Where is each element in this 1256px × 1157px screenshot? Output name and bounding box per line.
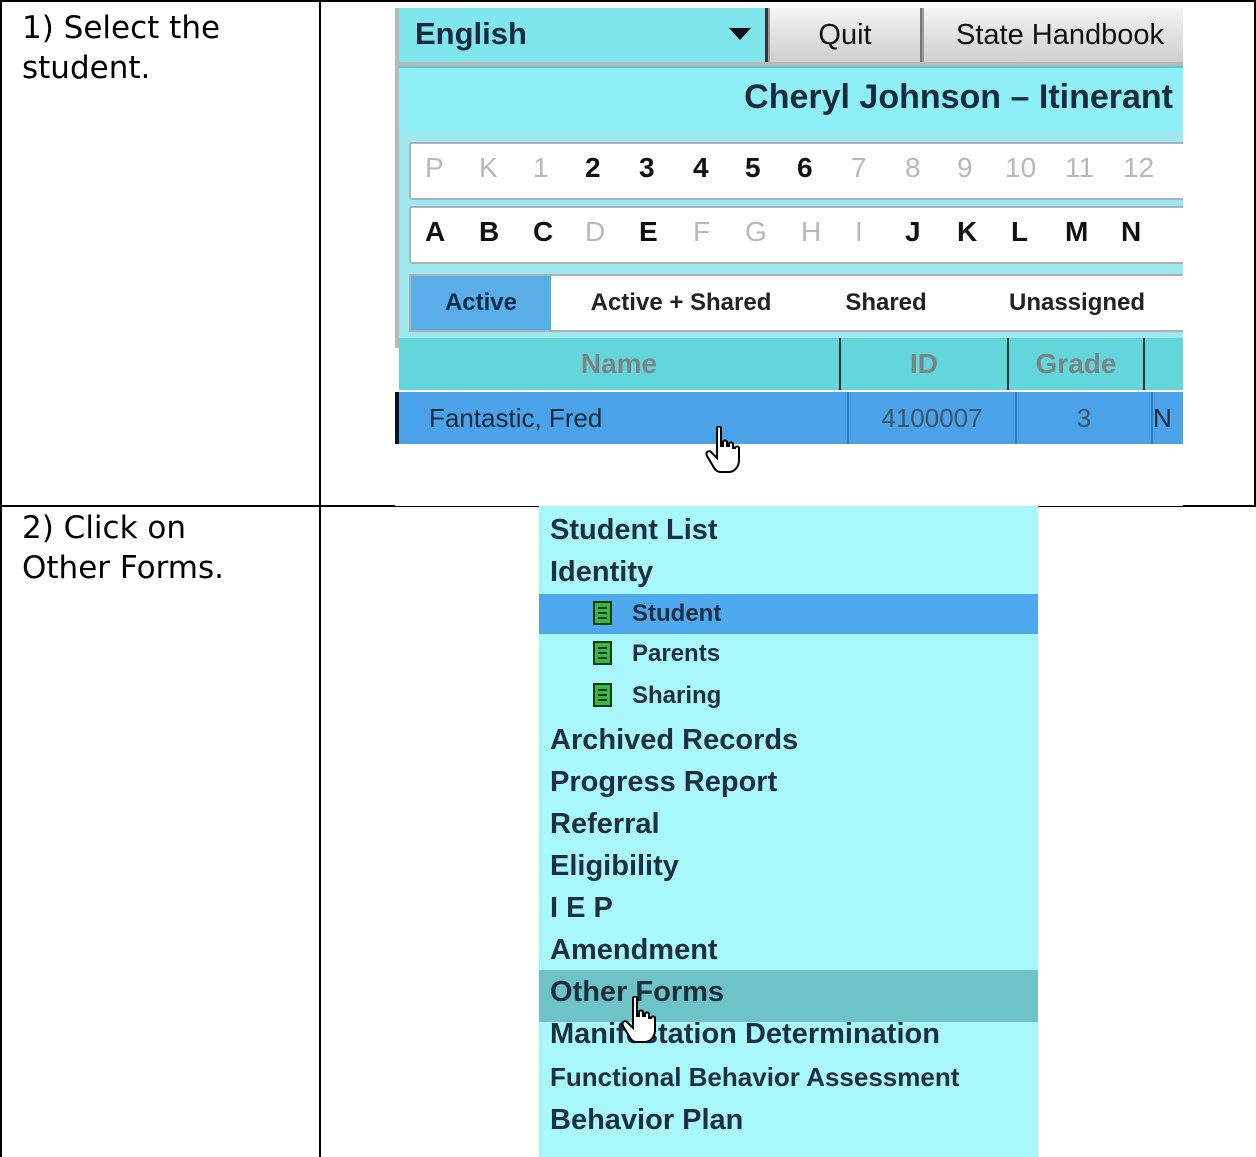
nav-iep[interactable]: I E P — [550, 892, 613, 925]
grade-chip-12[interactable]: 12 — [1123, 152, 1154, 184]
chevron-down-icon — [729, 28, 751, 40]
nav-progress-report[interactable]: Progress Report — [550, 766, 777, 799]
nav-referral[interactable]: Referral — [550, 808, 660, 841]
letter-chip-a[interactable]: A — [425, 216, 445, 248]
letter-chip-h[interactable]: H — [801, 216, 821, 248]
grade-chip-p[interactable]: P — [425, 152, 444, 184]
language-value: English — [415, 16, 527, 51]
table-border-top — [0, 0, 1256, 2]
nav-behavior-plan[interactable]: Behavior Plan — [550, 1104, 743, 1137]
document-icon — [593, 601, 612, 625]
document-icon — [593, 683, 612, 707]
step-2-instruction: 2) Click on Other Forms. — [22, 510, 224, 586]
nav-sub-label: Parents — [632, 640, 721, 667]
nav-sub-parents[interactable]: Parents — [539, 634, 1038, 674]
tab-unassigned[interactable]: Unassigned — [977, 276, 1177, 330]
assignment-tabs: Active Active + Shared Shared Unassigned — [409, 274, 1183, 332]
grade-chip-9[interactable]: 9 — [957, 152, 973, 184]
student-selection-screenshot: English Quit State Handbook Cheryl Johns… — [395, 8, 1183, 506]
grade-chip-10[interactable]: 10 — [1005, 152, 1036, 184]
student-id-cell: 4100007 — [849, 392, 1017, 444]
tab-active[interactable]: Active — [411, 276, 551, 330]
hand-cursor-icon — [705, 426, 740, 473]
letter-chip-c[interactable]: C — [533, 216, 553, 248]
nav-sub-student[interactable]: Student — [539, 594, 1038, 634]
page-title: Cheryl Johnson – Itinerant — [744, 78, 1173, 116]
nav-amendment[interactable]: Amendment — [550, 934, 718, 967]
language-select[interactable]: English — [399, 8, 768, 62]
step-1-instruction: 1) Select the student. — [22, 10, 221, 86]
nav-sub-sharing[interactable]: Sharing — [539, 676, 1038, 716]
table-row[interactable]: Fantastic, Fred 4100007 3 N — [395, 392, 1183, 444]
state-handbook-button[interactable]: State Handbook — [922, 8, 1183, 62]
letter-chip-g[interactable]: G — [745, 216, 767, 248]
letter-chip-l[interactable]: L — [1011, 216, 1028, 248]
nav-sub-label: Student — [632, 600, 722, 627]
letter-chip-f[interactable]: F — [693, 216, 710, 248]
grade-chip-1[interactable]: 1 — [533, 152, 549, 184]
grade-chip-3[interactable]: 3 — [639, 152, 655, 184]
grade-chip-2[interactable]: 2 — [585, 152, 601, 184]
table-column-divider — [319, 0, 321, 1157]
nav-archived-records[interactable]: Archived Records — [550, 724, 798, 757]
nav-sub-label: Sharing — [632, 682, 722, 709]
grade-chip-4[interactable]: 4 — [693, 152, 709, 184]
column-header-more — [1145, 338, 1183, 390]
page-title-bar: Cheryl Johnson – Itinerant — [399, 66, 1183, 134]
letter-chip-m[interactable]: M — [1065, 216, 1088, 248]
grade-chip-8[interactable]: 8 — [905, 152, 921, 184]
letter-chip-b[interactable]: B — [479, 216, 499, 248]
hand-cursor-icon — [621, 996, 656, 1043]
document-icon — [593, 641, 612, 665]
grade-filter-bar: P K 1 2 3 4 5 6 7 8 9 10 11 12 — [409, 142, 1183, 200]
grade-chip-7[interactable]: 7 — [851, 152, 867, 184]
grade-chip-6[interactable]: 6 — [797, 152, 813, 184]
letter-filter-bar: A B C D E F G H I J K L M N — [409, 206, 1183, 264]
grade-chip-5[interactable]: 5 — [745, 152, 761, 184]
letter-chip-i[interactable]: I — [855, 216, 863, 248]
column-header-id[interactable]: ID — [841, 338, 1009, 390]
column-header-name[interactable]: Name — [399, 338, 841, 390]
grade-chip-k[interactable]: K — [479, 152, 498, 184]
nav-identity[interactable]: Identity — [550, 556, 653, 589]
letter-chip-k[interactable]: K — [957, 216, 977, 248]
nav-eligibility[interactable]: Eligibility — [550, 850, 679, 883]
letter-chip-j[interactable]: J — [905, 216, 921, 248]
nav-functional-behavior-assessment[interactable]: Functional Behavior Assessment — [550, 1062, 959, 1093]
table-border-left — [0, 0, 2, 1157]
nav-student-list[interactable]: Student List — [550, 514, 718, 547]
navigation-menu-screenshot: Student List Identity Student Parents Sh… — [539, 506, 1038, 1157]
student-grade-cell: 3 — [1017, 392, 1153, 444]
column-header-grade[interactable]: Grade — [1009, 338, 1145, 390]
letter-chip-d[interactable]: D — [585, 216, 605, 248]
student-grid-header: Name ID Grade — [399, 338, 1183, 390]
tab-active-shared[interactable]: Active + Shared — [561, 276, 801, 330]
letter-chip-n[interactable]: N — [1121, 216, 1141, 248]
quit-button[interactable]: Quit — [768, 8, 922, 62]
grade-chip-11[interactable]: 11 — [1065, 152, 1094, 184]
tab-shared[interactable]: Shared — [821, 276, 951, 330]
student-extra-cell: N — [1153, 403, 1172, 433]
student-name-cell: Fantastic, Fred — [429, 392, 849, 444]
letter-chip-e[interactable]: E — [639, 216, 658, 248]
nav-manifestation-determination[interactable]: Manifestation Determination — [550, 1018, 940, 1051]
